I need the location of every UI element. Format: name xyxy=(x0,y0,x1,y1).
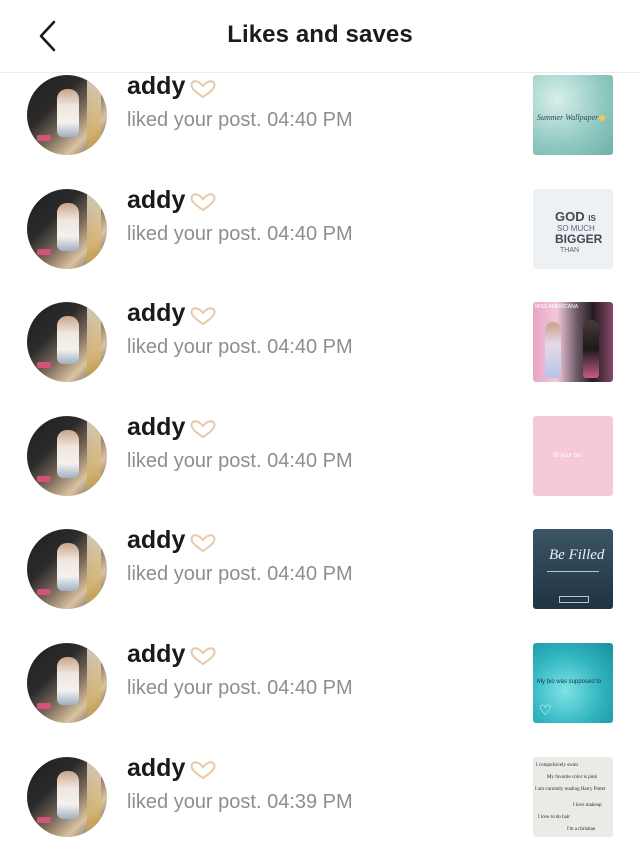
activity-text: liked your post. 04:39 PM xyxy=(127,790,353,813)
username-text: addy xyxy=(127,753,186,782)
username[interactable]: addy xyxy=(127,186,218,215)
username[interactable]: addy xyxy=(127,413,218,442)
activity-text: liked your post. 04:40 PM xyxy=(127,336,353,359)
avatar[interactable] xyxy=(27,188,107,269)
thumbnail-text: GOD IS xyxy=(555,208,596,224)
heart-hands-icon xyxy=(188,190,218,212)
thumbnail-text: I love to do hair xyxy=(538,814,570,820)
post-thumbnail[interactable]: Be Filled xyxy=(533,529,613,610)
avatar[interactable] xyxy=(27,415,107,496)
notification-row[interactable]: addy liked your post. 04:40 PM Be Filled xyxy=(0,513,640,627)
username[interactable]: addy xyxy=(127,754,218,783)
notification-row[interactable]: addy liked your post. 04:40 PM fill your… xyxy=(0,400,640,514)
username-text: addy xyxy=(127,185,186,214)
post-thumbnail[interactable]: MISS AMERICANA xyxy=(533,302,613,383)
thumbnail-text: MISS AMERICANA xyxy=(535,304,579,311)
thumbnail-text: Summer Wallpaper xyxy=(537,113,599,122)
notification-row[interactable]: addy liked your post. 04:40 PM MISS AMER… xyxy=(0,286,640,400)
activity-text: liked your post. 04:40 PM xyxy=(127,109,353,131)
post-thumbnail[interactable]: fill your bio xyxy=(533,415,613,496)
username[interactable]: addy xyxy=(127,526,218,555)
thumbnail-text: Be Filled xyxy=(549,547,605,564)
username-text: addy xyxy=(127,299,186,328)
activity-text: liked your post. 04:40 PM xyxy=(127,676,353,699)
username[interactable]: addy xyxy=(127,640,218,669)
thumbnail-text: I compulsively swim xyxy=(536,762,578,768)
username-text: addy xyxy=(127,526,186,555)
activity-text: liked your post. 04:40 PM xyxy=(127,563,353,586)
thumbnail-text: My favorite color is pink xyxy=(547,774,597,780)
username-text: addy xyxy=(127,412,186,441)
thumbnail-text: fill your bio xyxy=(553,452,582,459)
heart-hands-icon xyxy=(188,417,218,439)
heart-hands-icon xyxy=(188,531,218,553)
notification-list: addy liked your post. 04:40 PM Summer Wa… xyxy=(0,72,640,854)
thumbnail-text: BIGGER xyxy=(555,231,603,246)
avatar[interactable] xyxy=(27,756,107,837)
activity-text: liked your post. 04:40 PM xyxy=(127,449,353,472)
heart-hands-icon xyxy=(188,304,218,325)
page-title: Likes and saves xyxy=(227,21,413,48)
heart-hands-icon xyxy=(188,644,218,666)
heart-hands-icon xyxy=(188,77,218,98)
avatar[interactable] xyxy=(27,75,107,155)
thumbnail-text: I am currently reading Harry Potter xyxy=(535,786,606,792)
notification-row[interactable]: addy liked your post. 04:40 PM Summer Wa… xyxy=(0,59,640,173)
thumbnail-text: My bio was supposed to xyxy=(537,678,602,685)
notification-row[interactable]: addy liked your post. 04:39 PM I compuls… xyxy=(0,741,640,854)
avatar[interactable] xyxy=(27,642,107,723)
post-thumbnail[interactable]: Summer Wallpaper xyxy=(533,75,613,155)
thumbnail-text: I'm a christian xyxy=(567,826,596,832)
notification-row[interactable]: addy liked your post. 04:40 PM GOD IS SO… xyxy=(0,173,640,287)
avatar[interactable] xyxy=(27,529,107,610)
post-thumbnail[interactable]: I compulsively swim My favorite color is… xyxy=(533,756,613,837)
post-thumbnail[interactable]: My bio was supposed to ♡ xyxy=(533,642,613,723)
username-text: addy xyxy=(127,72,186,100)
username[interactable]: addy xyxy=(127,299,218,328)
username[interactable]: addy xyxy=(127,72,218,101)
username-text: addy xyxy=(127,639,186,668)
avatar[interactable] xyxy=(27,302,107,383)
activity-text: liked your post. 04:40 PM xyxy=(127,222,353,245)
heart-icon: ♡ xyxy=(539,703,552,719)
heart-hands-icon xyxy=(188,758,218,780)
thumbnail-text: I love makeup xyxy=(573,802,602,808)
post-thumbnail[interactable]: GOD IS SO MUCH BIGGER THAN xyxy=(533,188,613,269)
thumbnail-text: THAN xyxy=(560,246,580,254)
notification-row[interactable]: addy liked your post. 04:40 PM My bio wa… xyxy=(0,627,640,741)
